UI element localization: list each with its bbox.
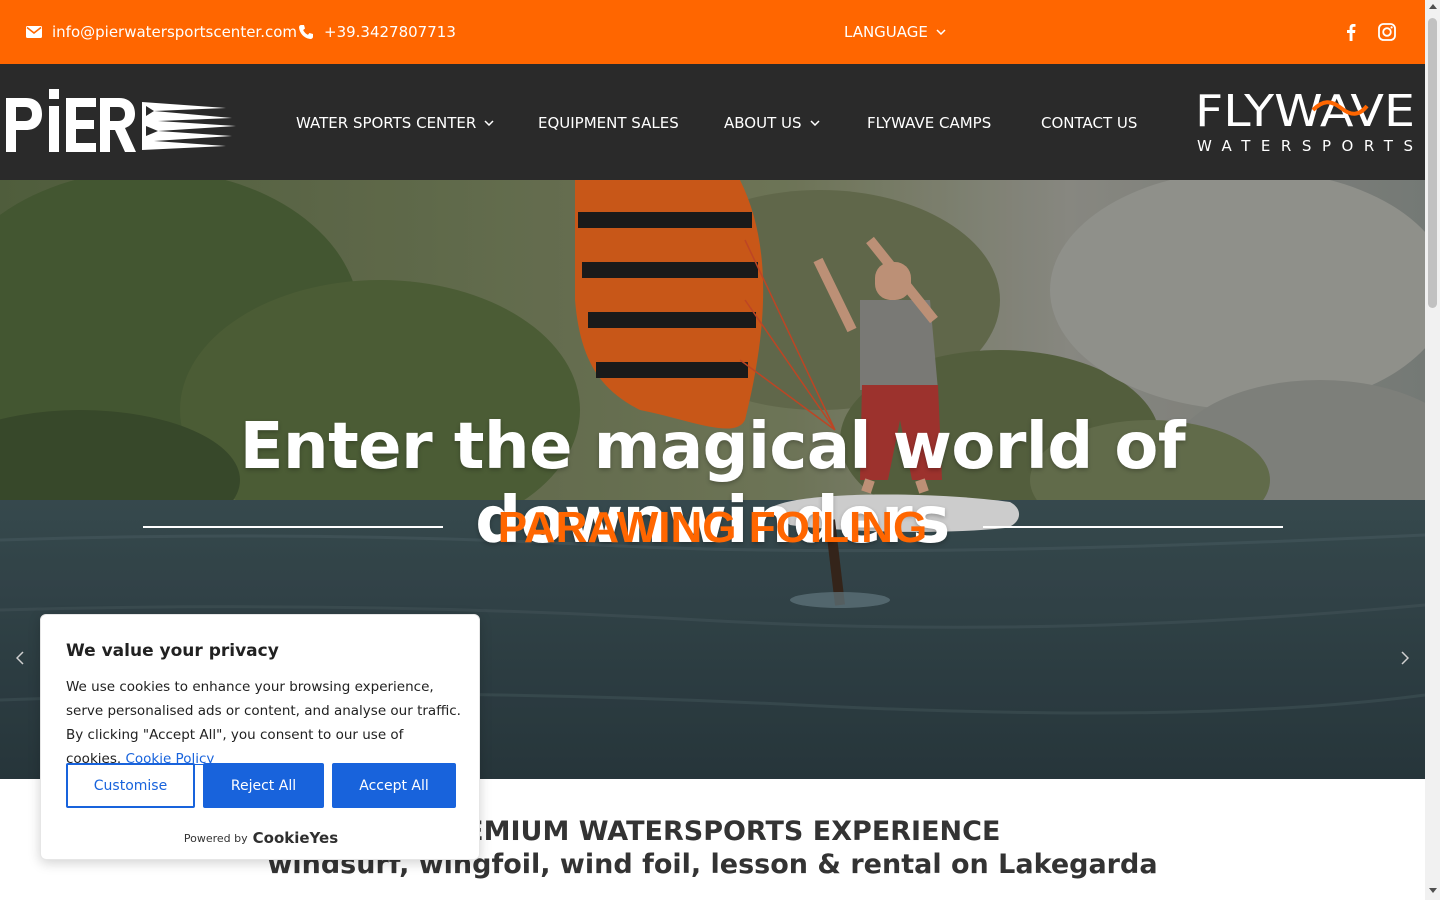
facebook-link[interactable] xyxy=(1341,22,1361,42)
nav-flywave-camps[interactable]: FLYWAVE CAMPS xyxy=(867,114,991,132)
cookie-description: We use cookies to enhance your browsing … xyxy=(66,675,461,771)
nav-label: WATER SPORTS CENTER xyxy=(296,114,477,132)
chevron-right-icon xyxy=(1401,651,1409,665)
page: info@pierwatersportscenter.com +39.34278… xyxy=(0,0,1425,900)
facebook-icon xyxy=(1347,24,1356,41)
hero-subtitle: PARAWING FOILING xyxy=(497,503,928,552)
pier-logo-graphic xyxy=(6,89,236,152)
flywave-logo-line1: FLYWAVE xyxy=(1195,88,1415,137)
chevron-down-icon xyxy=(484,120,494,126)
flywave-logo-graphic: FLYWAVE WATERSPORTS xyxy=(1195,86,1415,155)
envelope-icon xyxy=(26,26,42,38)
instagram-icon xyxy=(1378,23,1396,41)
phone-link[interactable]: +39.3427807713 xyxy=(298,0,456,64)
chevron-down-icon xyxy=(936,29,946,35)
nav-label: EQUIPMENT SALES xyxy=(538,114,679,132)
nav-equipment-sales[interactable]: EQUIPMENT SALES xyxy=(538,114,679,132)
language-selector[interactable]: LANGUAGE xyxy=(844,0,946,64)
main-header: WATER SPORTS CENTER EQUIPMENT SALES ABOU… xyxy=(0,64,1425,180)
nav-label: CONTACT US xyxy=(1041,114,1138,132)
cookie-consent-banner: We value your privacy We use cookies to … xyxy=(40,614,480,860)
nav-about-us[interactable]: ABOUT US xyxy=(724,114,820,132)
page-scrollbar[interactable] xyxy=(1425,0,1440,900)
accept-all-button[interactable]: Accept All xyxy=(332,763,456,808)
nav-label: FLYWAVE CAMPS xyxy=(867,114,992,132)
reject-all-button[interactable]: Reject All xyxy=(203,763,324,808)
nav-water-sports-center[interactable]: WATER SPORTS CENTER xyxy=(296,114,494,132)
slider-next-arrow[interactable] xyxy=(1385,636,1425,680)
pier-logo[interactable] xyxy=(4,86,236,154)
flywave-logo[interactable]: FLYWAVE WATERSPORTS xyxy=(1195,86,1415,155)
email-link[interactable]: info@pierwatersportscenter.com xyxy=(26,0,297,64)
top-bar: info@pierwatersportscenter.com +39.34278… xyxy=(0,0,1425,64)
cookieyes-logo: CookieYes xyxy=(252,829,339,847)
powered-by-label: Powered by xyxy=(183,831,248,845)
chevron-left-icon xyxy=(16,651,24,665)
email-text: info@pierwatersportscenter.com xyxy=(52,23,298,41)
scroll-down-arrow[interactable] xyxy=(1429,888,1437,893)
flywave-logo-line2: WATERSPORTS xyxy=(1197,137,1413,154)
nav-contact-us[interactable]: CONTACT US xyxy=(1041,114,1137,132)
scroll-thumb[interactable] xyxy=(1428,18,1437,308)
cookie-title: We value your privacy xyxy=(66,641,279,661)
language-label: LANGUAGE xyxy=(844,23,928,41)
customise-button[interactable]: Customise xyxy=(66,763,195,808)
scroll-up-arrow[interactable] xyxy=(1429,4,1437,9)
slider-prev-arrow[interactable] xyxy=(0,636,40,680)
phone-icon xyxy=(299,25,313,39)
chevron-down-icon xyxy=(809,120,820,126)
nav-label: ABOUT US xyxy=(724,114,802,132)
phone-text: +39.3427807713 xyxy=(324,23,456,41)
instagram-link[interactable] xyxy=(1377,22,1397,42)
powered-by: Powered by CookieYes xyxy=(41,829,481,847)
